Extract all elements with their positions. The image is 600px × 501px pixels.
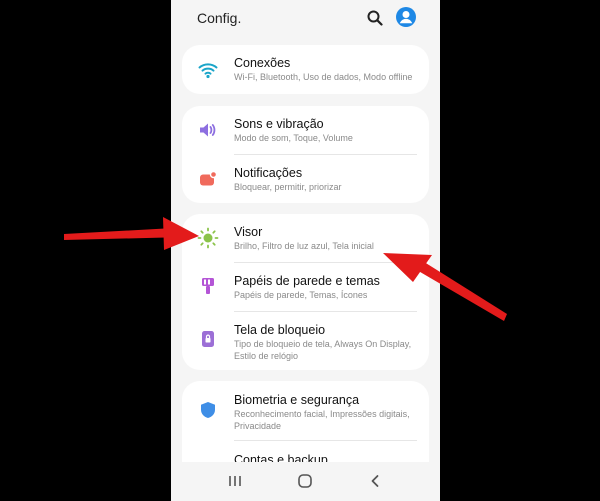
item-title: Papéis de parede e temas [234,274,380,288]
item-title: Tela de bloqueio [234,323,326,337]
settings-group-sound: Sons e vibração Modo de som, Toque, Volu… [182,106,429,203]
settings-item-sons[interactable]: Sons e vibração Modo de som, Toque, Volu… [182,106,429,154]
back-icon[interactable] [365,472,385,490]
item-subtitle: Papéis de parede, Temas, Ícones [234,290,368,300]
navigation-bar [171,462,440,501]
settings-item-papeis-de-parede[interactable]: Papéis de parede e temas Papéis de pared… [182,263,429,311]
settings-item-tela-de-bloqueio[interactable]: Tela de bloqueio Tipo de bloqueio de tel… [182,312,429,370]
item-subtitle: Brilho, Filtro de luz azul, Tela inicial [234,241,374,251]
settings-item-notificacoes[interactable]: Notificações Bloquear, permitir, prioriz… [182,155,429,203]
settings-group-display: Visor Brilho, Filtro de luz azul, Tela i… [182,214,429,370]
shield-icon [196,398,220,422]
item-subtitle: Wi-Fi, Bluetooth, Uso de dados, Modo off… [234,72,413,82]
home-icon[interactable] [295,472,315,490]
item-subtitle: Modo de som, Toque, Volume [234,133,353,143]
top-bar: Config. [171,0,440,40]
profile-avatar[interactable] [396,7,416,27]
volume-icon [196,118,220,142]
item-title: Notificações [234,166,303,180]
item-title: Conexões [234,56,291,70]
item-subtitle: Bloquear, permitir, priorizar [234,182,342,192]
lock-icon [196,327,220,351]
brightness-icon [196,226,220,250]
item-title: Sons e vibração [234,117,324,131]
notification-icon [196,167,220,191]
settings-screen: Config. Conexões Wi-Fi, Bluetooth, Uso d… [171,0,440,501]
settings-item-conexoes[interactable]: Conexões Wi-Fi, Bluetooth, Uso de dados,… [182,45,429,94]
wifi-icon [196,58,220,82]
recent-apps-icon[interactable] [225,472,245,490]
item-subtitle: Tipo de bloqueio de tela, Always On Disp… [234,339,412,361]
item-title: Biometria e segurança [234,393,360,407]
search-icon[interactable] [366,9,384,27]
settings-group-connections: Conexões Wi-Fi, Bluetooth, Uso de dados,… [182,45,429,94]
page-title: Config. [197,10,242,26]
settings-item-biometria[interactable]: Biometria e segurança Reconhecimento fac… [182,381,429,439]
settings-item-visor[interactable]: Visor Brilho, Filtro de luz azul, Tela i… [182,214,429,262]
item-subtitle: Reconhecimento facial, Impressões digita… [234,409,410,431]
paintbrush-icon [196,274,220,298]
item-title: Visor [234,225,263,239]
